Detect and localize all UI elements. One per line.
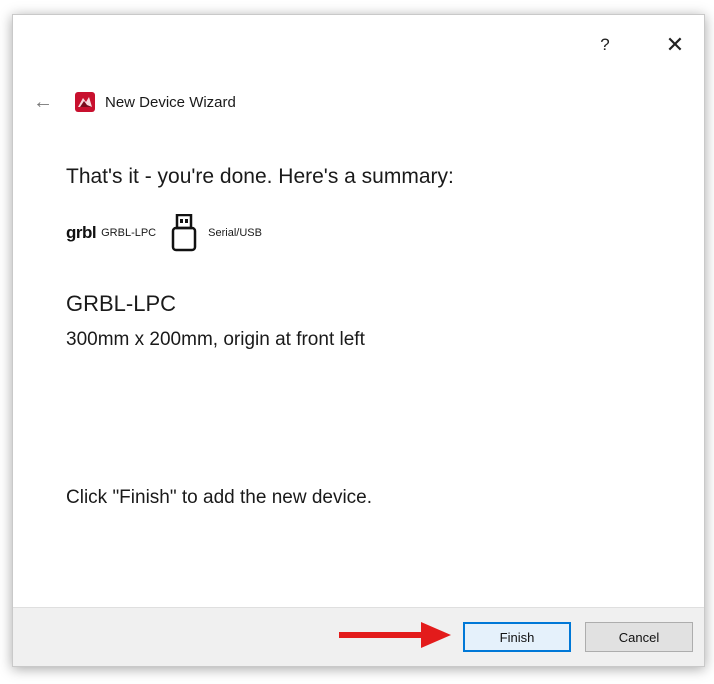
device-name: GRBL-LPC xyxy=(66,291,177,316)
device-details: 300mm x 200mm, origin at front left xyxy=(66,329,365,350)
button-footer: Finish Cancel xyxy=(13,607,704,666)
controller-label: GRBL-LPC xyxy=(101,227,157,239)
device-summary-row: grbl GRBL-LPC Serial/USB xyxy=(66,213,262,253)
lightburn-app-icon xyxy=(75,92,95,112)
summary-heading: That's it - you're done. Here's a summar… xyxy=(66,165,454,188)
usb-drive-icon xyxy=(171,214,197,252)
wizard-title: New Device Wizard xyxy=(105,93,236,111)
close-icon: ✕ xyxy=(665,32,685,57)
red-arrow-icon xyxy=(339,622,451,648)
finish-button[interactable]: Finish xyxy=(463,622,571,652)
back-arrow-icon[interactable]: ← xyxy=(33,91,57,114)
connection-label: Serial/USB xyxy=(208,227,262,239)
summary-content: That's it - you're done. Here's a summar… xyxy=(66,165,664,189)
new-device-wizard-dialog: ? ✕ ← New Device Wizard That's it - you'… xyxy=(12,14,705,667)
close-button[interactable]: ✕ xyxy=(653,29,697,61)
help-button[interactable]: ? xyxy=(583,29,627,61)
wizard-header: ← New Device Wizard xyxy=(33,87,236,117)
finish-hint: Click "Finish" to add the new device. xyxy=(66,487,373,508)
cancel-button[interactable]: Cancel xyxy=(585,622,693,652)
grbl-logo: grbl xyxy=(66,223,97,242)
question-icon: ? xyxy=(600,35,610,54)
